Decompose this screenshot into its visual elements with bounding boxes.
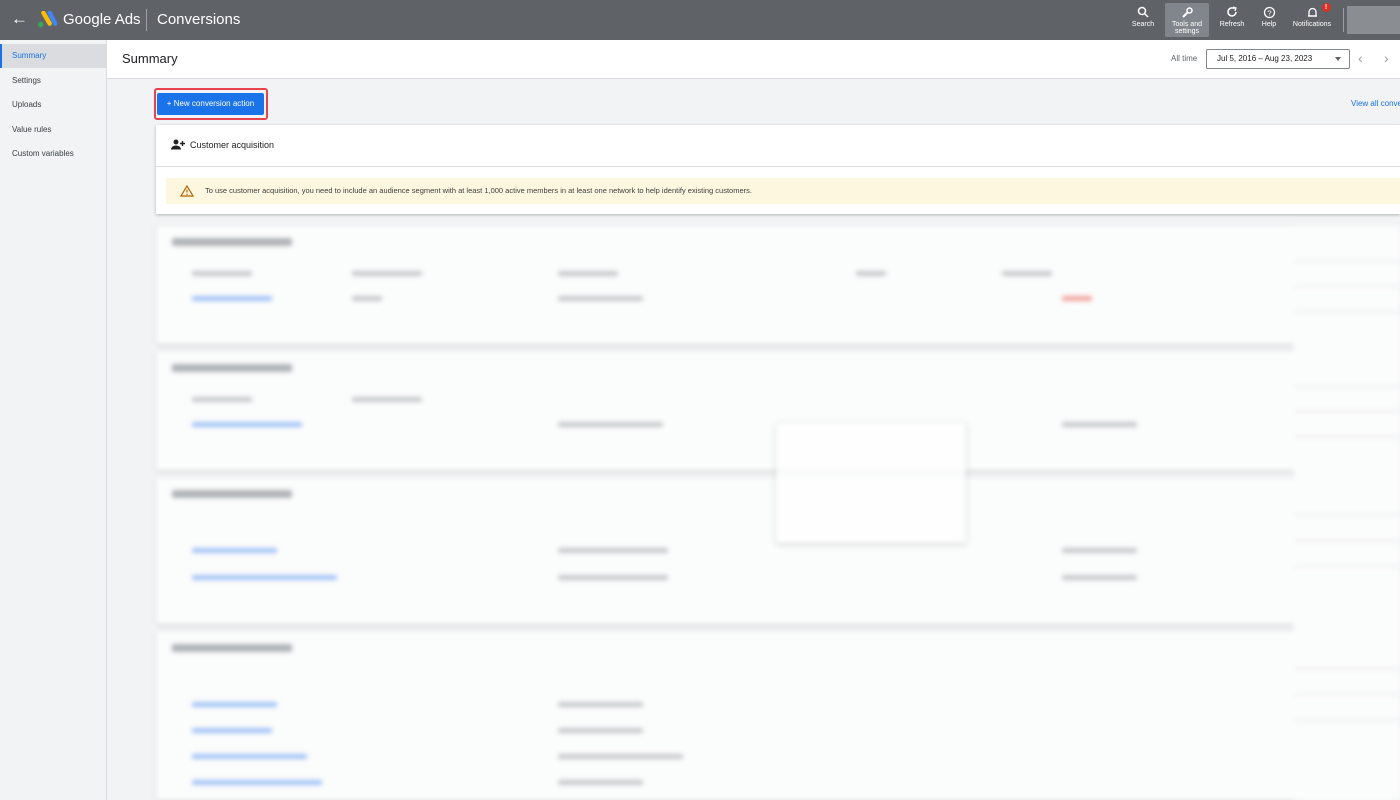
bell-icon: !: [1306, 3, 1331, 21]
page-header: Summary All time Jul 5, 2016 – Aug 23, 2…: [107, 40, 1400, 79]
tools-settings-button[interactable]: Tools and settings: [1165, 3, 1209, 37]
top-bar: ← Google Ads Conversions Search Tools an…: [0, 0, 1400, 40]
date-range-label: All time: [1171, 54, 1198, 63]
help-button[interactable]: ? Help: [1257, 3, 1281, 37]
person-add-icon: [171, 139, 185, 150]
view-all-link[interactable]: View all conve: [1351, 99, 1400, 109]
blurred-side-panel: [1294, 226, 1400, 800]
sidebar-item-value-rules[interactable]: Value rules: [0, 118, 106, 142]
tools-settings-label: Tools and settings: [1172, 21, 1202, 35]
sidebar-item-summary[interactable]: Summary: [0, 44, 106, 68]
arrow-back-icon[interactable]: ←: [11, 9, 28, 29]
svg-text:?: ?: [1267, 8, 1271, 17]
card-header: Customer acquisition: [156, 125, 1400, 167]
notification-badge: !: [1321, 3, 1331, 12]
page-title: Summary: [122, 51, 178, 66]
refresh-button[interactable]: Refresh: [1216, 3, 1248, 37]
blurred-card: [156, 226, 1294, 344]
brand-name: Google Ads: [63, 11, 141, 28]
google-ads-logo: [38, 11, 58, 28]
title-divider: [146, 9, 147, 31]
account-divider: [1343, 8, 1344, 32]
caret-down-icon: [1335, 57, 1341, 61]
sidebar-item-uploads[interactable]: Uploads: [0, 93, 106, 117]
wrench-icon: [1181, 3, 1194, 21]
help-icon: ?: [1263, 3, 1276, 21]
sidebar-item-settings[interactable]: Settings: [0, 69, 106, 93]
notifications-button[interactable]: ! Notifications: [1288, 3, 1336, 37]
blurred-card: [156, 478, 1294, 624]
account-switcher[interactable]: [1347, 6, 1400, 34]
warning-banner: To use customer acquisition, you need to…: [166, 178, 1400, 204]
warning-text: To use customer acquisition, you need to…: [205, 186, 752, 195]
chevron-left-icon[interactable]: ‹: [1358, 50, 1363, 66]
card-title: Customer acquisition: [190, 140, 275, 150]
app-title: Conversions: [157, 11, 241, 28]
date-range-value: Jul 5, 2016 – Aug 23, 2023: [1217, 54, 1313, 63]
help-label: Help: [1261, 21, 1277, 28]
notifications-label: Notifications: [1292, 21, 1332, 28]
search-icon: [1137, 3, 1149, 21]
new-conversion-action-button[interactable]: + New conversion action: [157, 93, 264, 115]
blurred-card: [156, 632, 1294, 800]
warning-icon: [180, 185, 194, 197]
refresh-icon: [1226, 3, 1238, 21]
sidebar-item-custom-variables[interactable]: Custom variables: [0, 142, 106, 166]
customer-acquisition-card: Customer acquisition To use customer acq…: [156, 125, 1400, 214]
date-range-picker[interactable]: Jul 5, 2016 – Aug 23, 2023: [1206, 49, 1350, 69]
search-button[interactable]: Search: [1128, 3, 1158, 37]
blurred-tooltip: [776, 423, 966, 543]
refresh-label: Refresh: [1219, 21, 1245, 28]
blurred-card: [156, 352, 1294, 470]
chevron-right-icon[interactable]: ›: [1384, 50, 1389, 66]
sidebar: Summary Settings Uploads Value rules Cus…: [0, 40, 107, 800]
search-label: Search: [1131, 21, 1155, 28]
